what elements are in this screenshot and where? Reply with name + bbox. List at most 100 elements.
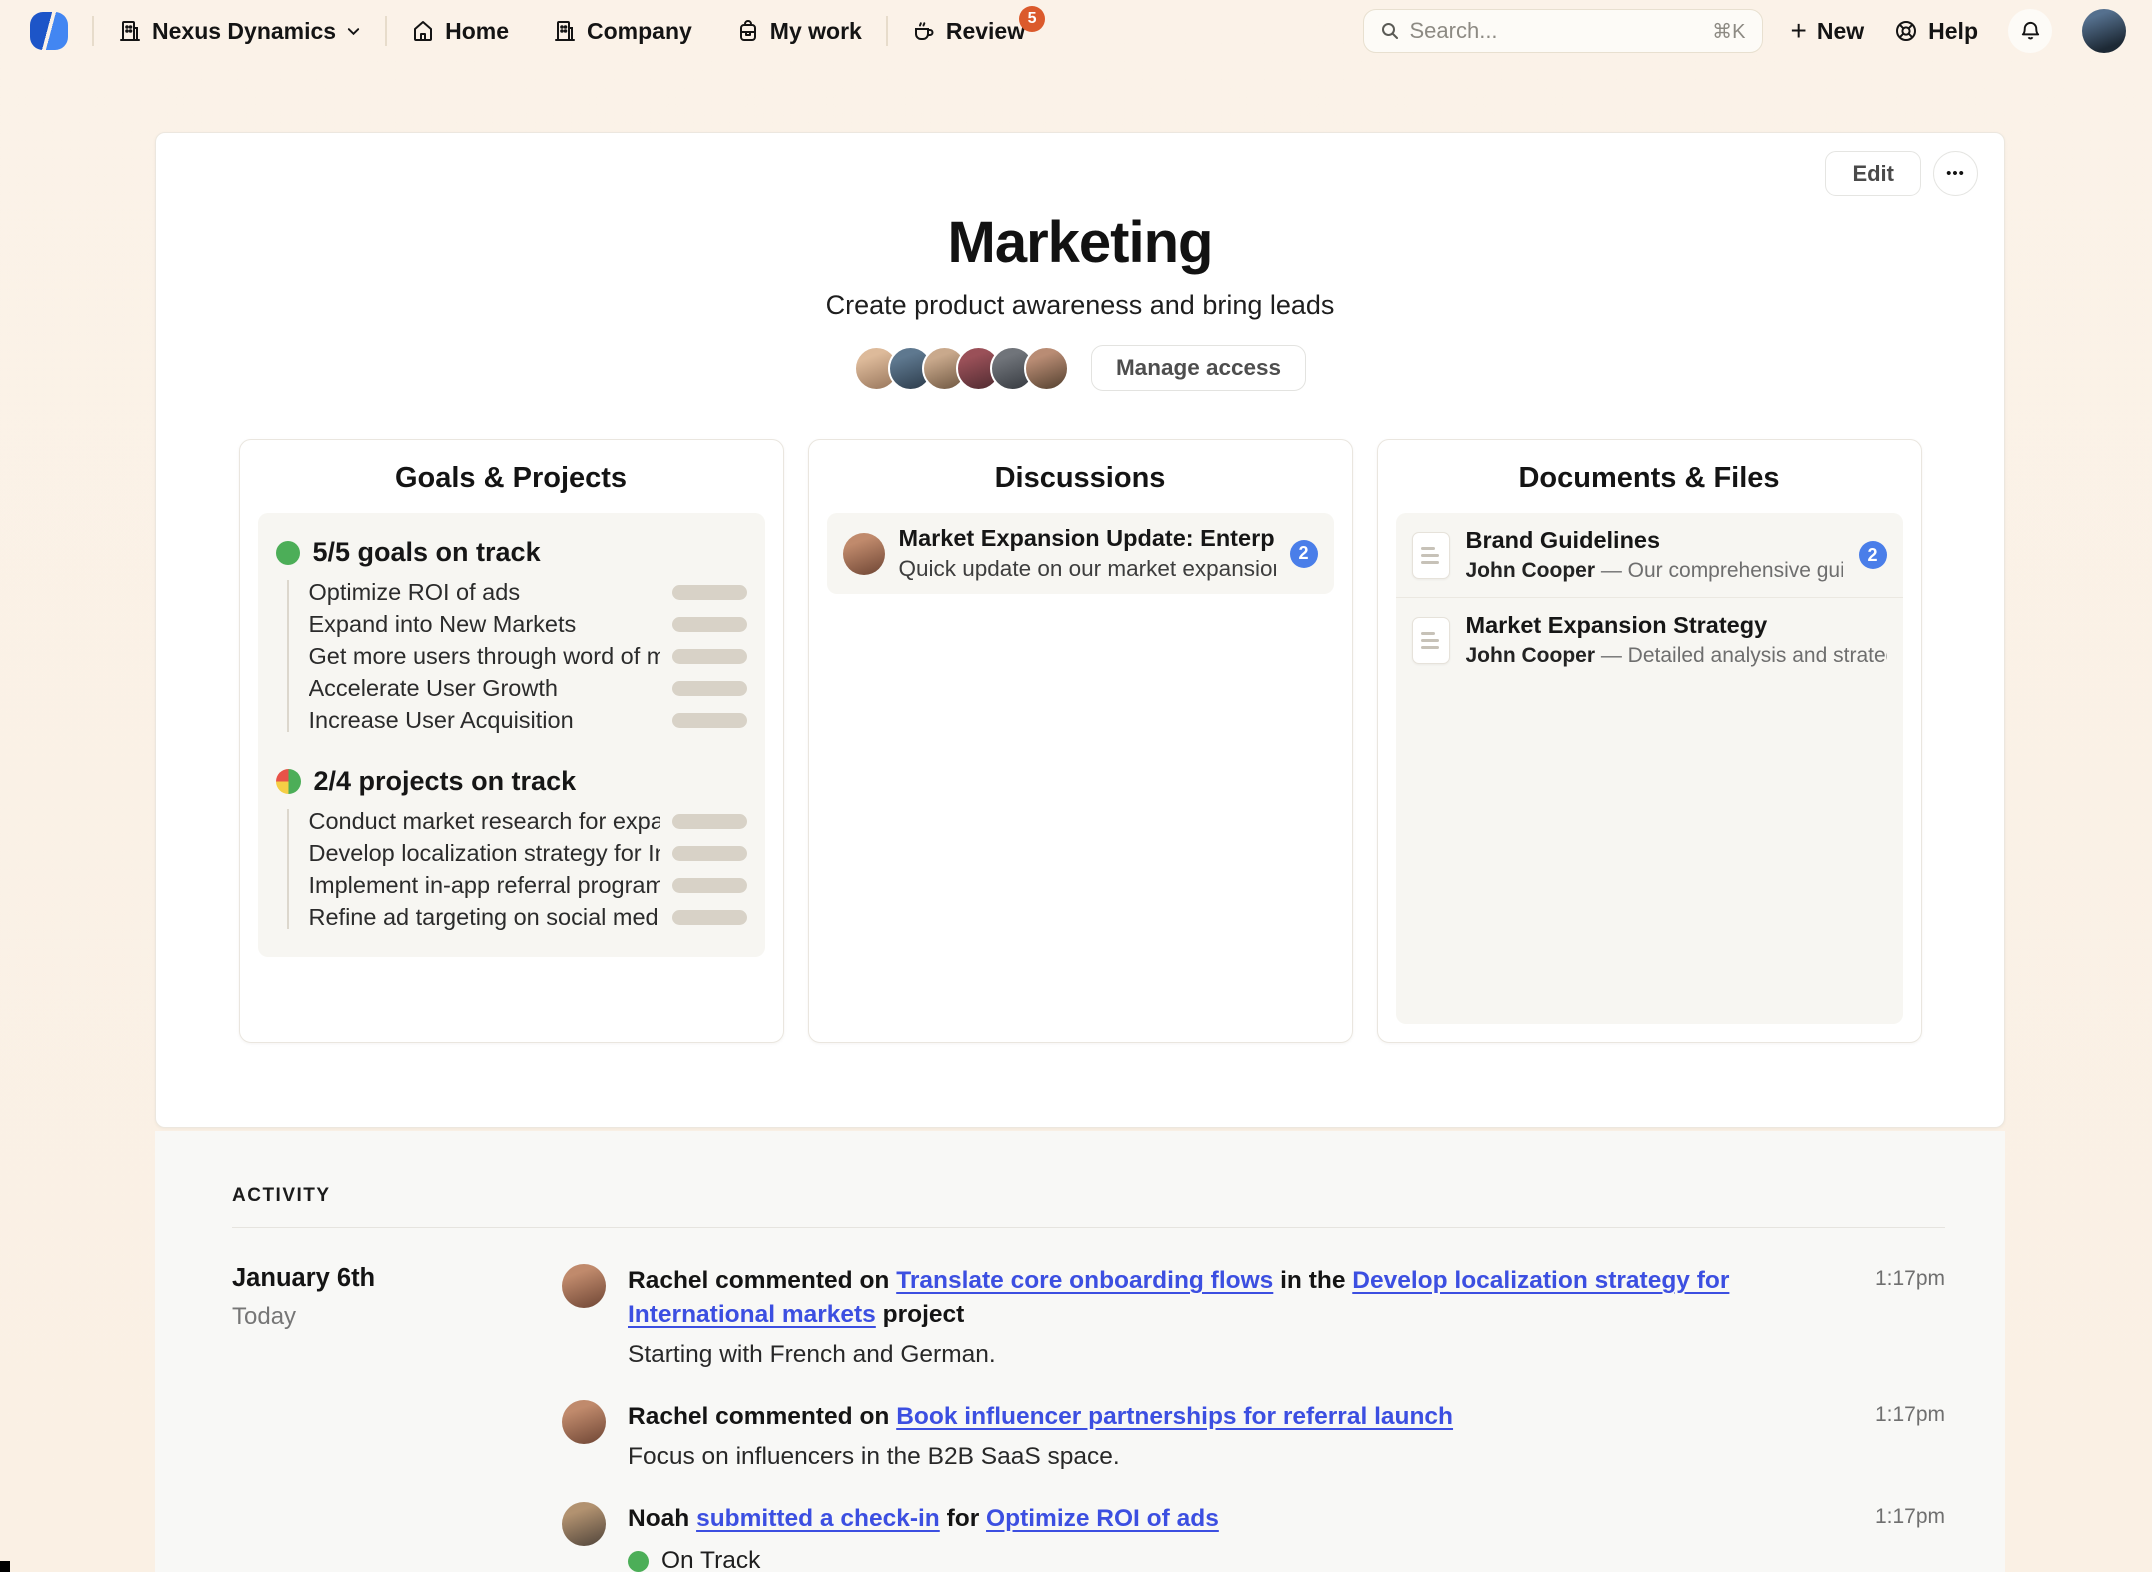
activity-entry: Noah submitted a check-in for Optimize R… [562, 1502, 1945, 1572]
building-icon [118, 19, 142, 43]
project-row[interactable]: Implement in-app referral program wit... [309, 873, 747, 897]
status-row: On Track [628, 1544, 1837, 1572]
activity-entry: Rachel commented on Translate core onboa… [562, 1264, 1945, 1372]
activity-body-text: Starting with French and German. [628, 1338, 1837, 1372]
activity-time: 1:17pm [1859, 1400, 1945, 1474]
document-author: John Cooper [1466, 559, 1596, 582]
divider [385, 16, 387, 46]
discussion-avatar [843, 533, 885, 575]
documents-card: Documents & Files Brand GuidelinesJohn C… [1377, 439, 1922, 1043]
goal-row[interactable]: Accelerate User Growth [309, 676, 747, 700]
activity-bold-text: project [876, 1301, 965, 1328]
discussions-card: Discussions Market Expansion Update: Ent… [808, 439, 1353, 1043]
project-row[interactable]: Develop localization strategy for Inter.… [309, 841, 747, 865]
document-subtitle: John Cooper — Detailed analysis and stra… [1466, 644, 1887, 668]
doc-line [1421, 632, 1435, 635]
goals-list: Optimize ROI of ads Expand into New Marke… [287, 580, 747, 732]
unread-count-badge: 2 [1290, 540, 1318, 568]
project-row-label: Develop localization strategy for Inter.… [309, 840, 660, 867]
goal-row-label: Expand into New Markets [309, 611, 660, 638]
bell-icon [2019, 20, 2042, 43]
activity-link[interactable]: Book influencer partnerships for referra… [896, 1403, 1453, 1430]
discussion-texts: Market Expansion Update: Enterprise ...Q… [899, 525, 1276, 582]
activity-bold-text: Rachel commented on [628, 1267, 896, 1294]
unread-count-badge: 2 [1859, 541, 1887, 569]
divider [232, 1227, 1945, 1228]
document-preview: — Our comprehensive guide to mai... [1595, 559, 1843, 582]
goal-row-label: Accelerate User Growth [309, 675, 660, 702]
discussion-title: Market Expansion Update: Enterprise ... [899, 525, 1276, 552]
goal-row[interactable]: Expand into New Markets [309, 612, 747, 636]
goals-summary: 5/5 goals on track [276, 537, 747, 568]
team-page-card: Edit ••• Marketing Create product awaren… [155, 132, 2005, 1128]
more-options-button[interactable]: ••• [1933, 151, 1978, 196]
nav-item-home[interactable]: Home [411, 18, 509, 45]
document-item[interactable]: Market Expansion Strategy John Cooper — D… [1396, 597, 1903, 682]
goal-row[interactable]: Get more users through word of mouth [309, 644, 747, 668]
search-input[interactable] [1410, 18, 1703, 44]
pie-status-icon [276, 769, 301, 794]
progress-track [672, 585, 747, 600]
manage-access-button[interactable]: Manage access [1091, 345, 1306, 391]
document-icon [1412, 617, 1450, 664]
divider [886, 16, 888, 46]
nav-item-review[interactable]: Review 5 [912, 18, 1025, 45]
chevron-down-icon [346, 24, 361, 39]
document-item[interactable]: Brand GuidelinesJohn Cooper — Our compre… [1396, 513, 1903, 597]
members-row: Manage access [182, 345, 1978, 391]
topbar-right: + New Help [1791, 9, 2127, 53]
notifications-button[interactable] [2008, 9, 2052, 53]
project-row[interactable]: Conduct market research for expansio... [309, 809, 747, 833]
activity-link[interactable]: Translate core onboarding flows [896, 1267, 1273, 1294]
nav-item-my-work[interactable]: My work [736, 18, 862, 45]
activity-headline: Rachel commented on Book influencer part… [628, 1400, 1837, 1434]
workspace-switcher[interactable]: Nexus Dynamics [118, 18, 361, 45]
help-button[interactable]: Help [1894, 18, 1978, 45]
activity-avatar [562, 1264, 606, 1308]
activity-body: January 6th Today Rachel commented on Tr… [232, 1264, 1945, 1572]
help-label: Help [1928, 18, 1978, 45]
progress-track [672, 846, 747, 861]
status-dot [628, 1551, 649, 1572]
page-subtitle: Create product awareness and bring leads [182, 290, 1978, 321]
new-button[interactable]: + New [1791, 18, 1865, 45]
nav-item-company[interactable]: Company [553, 18, 692, 45]
member-avatar-stack [854, 346, 1069, 391]
goal-row[interactable]: Increase User Acquisition [309, 708, 747, 732]
edit-button[interactable]: Edit [1825, 151, 1921, 196]
lifebuoy-icon [1894, 19, 1918, 43]
app-logo[interactable] [30, 12, 68, 50]
projects-summary: 2/4 projects on track [276, 766, 747, 797]
document-title: Market Expansion Strategy [1466, 612, 1887, 639]
discussion-item[interactable]: Market Expansion Update: Enterprise ...Q… [827, 513, 1334, 594]
activity-avatar [562, 1502, 606, 1546]
activity-bold-text: in the [1273, 1267, 1352, 1294]
card-title: Documents & Files [1378, 440, 1921, 509]
doc-line [1421, 561, 1439, 564]
home-icon [411, 19, 435, 43]
search-icon [1380, 21, 1400, 41]
document-icon [1412, 532, 1450, 579]
cursor-artifact [0, 1561, 10, 1572]
progress-track [672, 713, 747, 728]
user-avatar[interactable] [2082, 9, 2126, 53]
activity-link[interactable]: submitted a check-in [696, 1505, 940, 1532]
project-row[interactable]: Refine ad targeting on social media pl..… [309, 905, 747, 929]
goals-projects-card: Goals & Projects 5/5 goals on track Opti… [239, 439, 784, 1043]
activity-date: January 6th [232, 1264, 562, 1293]
discussions-list: Market Expansion Update: Enterprise ...Q… [809, 509, 1352, 594]
doc-line [1421, 547, 1435, 550]
page-title: Marketing [182, 209, 1978, 276]
building-icon [553, 19, 577, 43]
review-badge: 5 [1019, 6, 1045, 32]
activity-time: 1:17pm [1859, 1264, 1945, 1372]
goals-panel: 5/5 goals on track Optimize ROI of ads Ex… [258, 513, 765, 957]
search-box[interactable]: ⌘K [1363, 9, 1763, 53]
progress-track [672, 878, 747, 893]
goal-row[interactable]: Optimize ROI of ads [309, 580, 747, 604]
member-avatar[interactable] [1024, 346, 1069, 391]
overview-cards: Goals & Projects 5/5 goals on track Opti… [182, 439, 1978, 1043]
activity-headline: Rachel commented on Translate core onboa… [628, 1264, 1837, 1332]
activity-link[interactable]: Optimize ROI of ads [986, 1505, 1219, 1532]
document-texts: Market Expansion Strategy John Cooper — D… [1466, 612, 1887, 668]
